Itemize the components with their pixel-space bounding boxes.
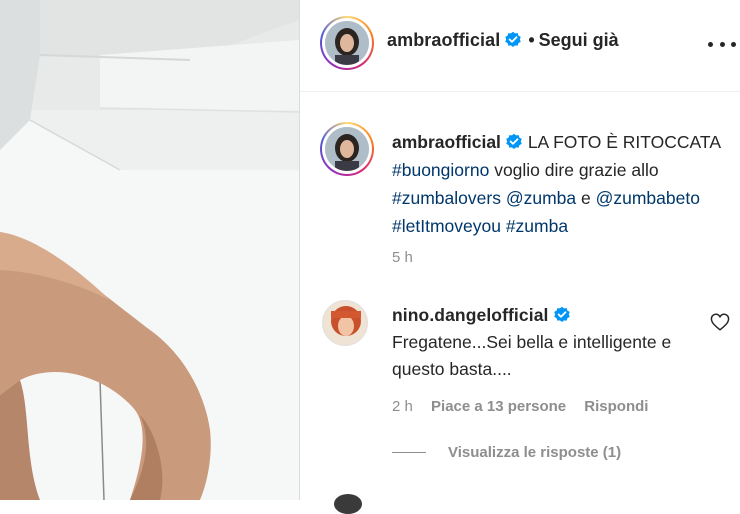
author-username[interactable]: ambraofficial [387,30,500,50]
heart-icon[interactable] [710,313,730,331]
caption-timestamp[interactable]: 5 h [392,249,413,266]
following-button[interactable]: Segui già [539,30,619,50]
post-caption: ambraofficial LA FOTO È RITOCCATA #buong… [392,128,732,240]
reply-button[interactable]: Rispondi [584,398,648,415]
caption-text-3: e [581,188,591,208]
more-options-icon[interactable] [708,32,736,56]
comment-likes-link[interactable]: Piace a 13 persone [431,398,566,415]
author-avatar[interactable] [320,16,374,70]
mention-link[interactable]: @zumba [506,188,576,208]
replies-divider [392,452,426,453]
post-details-panel: ambraofficial • Segui già ambraofficial L… [299,0,740,514]
view-replies-button[interactable]: Visualizza le risposte (1) [392,444,621,461]
verified-badge-icon [505,31,522,48]
header-separator: • [528,30,535,50]
view-replies-label: Visualizza le risposte (1) [448,444,622,461]
caption-avatar-image [325,127,369,171]
mention-link[interactable]: @zumbabeto [596,188,700,208]
caption-text-1: LA FOTO È RITOCCATA [527,132,721,152]
verified-badge-icon [553,306,570,323]
hashtag-link[interactable]: #zumbalovers [392,188,501,208]
hashtag-link[interactable]: #letItmoveyou [392,216,501,236]
commenter-avatar-image [323,301,367,345]
next-comment-avatar [334,494,362,514]
commenter-username[interactable]: nino.dangelofficial [392,305,549,325]
post-photo[interactable] [0,0,299,500]
comment-meta: 2 h Piace a 13 persone Rispondi [392,398,662,415]
caption-username[interactable]: ambraofficial [392,132,501,152]
caption-author-avatar[interactable] [320,122,374,176]
verified-badge-icon [506,133,522,150]
hashtag-link[interactable]: #buongiorno [392,160,489,180]
caption-text-2: voglio dire grazie allo [494,160,659,180]
author-avatar-image [325,21,369,65]
hashtag-link[interactable]: #zumba [506,216,568,236]
header-row: ambraofficial • Segui già [387,30,619,51]
commenter-avatar[interactable] [322,300,368,346]
comment: nino.dangelofficial Fregatene...Sei bell… [392,302,692,383]
post-header: ambraofficial • Segui già [300,0,740,92]
comment-text: Fregatene...Sei bella e intelligente e q… [392,332,672,379]
comment-timestamp[interactable]: 2 h [392,398,413,415]
